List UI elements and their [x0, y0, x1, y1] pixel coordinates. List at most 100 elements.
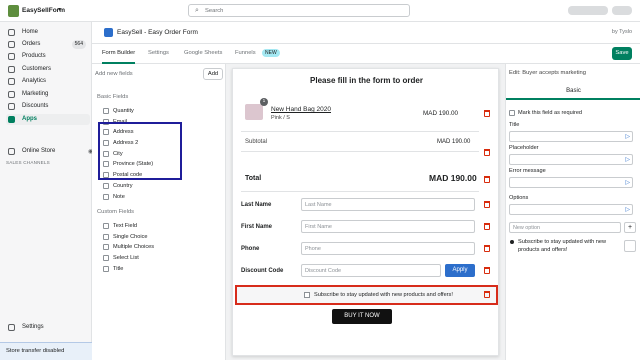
trash-icon[interactable] — [484, 201, 490, 208]
sidebar-item-settings[interactable]: Settings — [6, 322, 90, 333]
add-field-button[interactable]: Add — [203, 68, 223, 80]
new-badge: NEW — [262, 49, 280, 57]
sidebar-item-orders[interactable]: Orders 564 — [6, 39, 90, 50]
main-content: EasySell - Easy Order Form by Tyslo Form… — [92, 22, 640, 360]
save-button[interactable]: Save — [612, 47, 632, 60]
app-byline: by Tyslo — [611, 29, 632, 35]
sidebar-item-analytics[interactable]: Analytics — [6, 76, 90, 87]
subscribe-checkbox[interactable] — [304, 292, 310, 298]
apply-button[interactable]: Apply — [445, 264, 475, 277]
checkbox[interactable] — [103, 108, 109, 114]
store-icon — [8, 148, 15, 155]
discounts-icon — [8, 103, 15, 110]
trash-icon[interactable] — [484, 149, 490, 156]
divider — [241, 191, 479, 192]
sales-channels-heading: SALES CHANNELS — [6, 160, 50, 165]
trash-icon[interactable] — [484, 291, 490, 298]
trash-icon[interactable] — [484, 267, 490, 274]
first-name-label: First Name — [241, 224, 273, 230]
checkbox[interactable] — [103, 255, 109, 261]
field-option-country[interactable]: Country — [103, 182, 133, 191]
field-option-quantity[interactable]: Quantity — [103, 107, 134, 116]
field-option-single-choice[interactable]: Single Choice — [103, 233, 148, 242]
trash-icon[interactable] — [484, 110, 490, 117]
orders-count-badge: 564 — [71, 40, 86, 49]
sidebar-item-products[interactable]: Products — [6, 51, 90, 62]
phone-label: Phone — [241, 246, 260, 252]
form-preview: Please fill in the form to order 1 New H… — [232, 68, 499, 356]
first-name-input[interactable]: First Name — [301, 220, 475, 233]
sidebar-item-discounts[interactable]: Discounts — [6, 101, 90, 112]
trash-icon[interactable] — [484, 223, 490, 230]
gear-icon — [8, 324, 15, 331]
sidebar-item-home[interactable]: Home — [6, 27, 90, 38]
sidebar-item-customers[interactable]: Customers — [6, 64, 90, 75]
sidebar-item-apps[interactable]: Apps — [6, 114, 90, 125]
field-option-select-list[interactable]: Select List — [103, 254, 139, 263]
account-name-blurred[interactable] — [568, 6, 608, 15]
required-checkbox[interactable] — [509, 110, 515, 116]
title-label: Title — [509, 122, 520, 128]
subscribe-label: Subscribe to stay updated with new produ… — [314, 292, 453, 298]
title-input[interactable]: ▷ — [509, 131, 633, 142]
search-input[interactable]: ⌕ Search — [188, 4, 410, 17]
trash-icon[interactable] — [484, 176, 490, 183]
app-tabs: Form Builder Settings Google Sheets Funn… — [92, 44, 640, 64]
discount-code-input[interactable]: Discount Code — [301, 264, 441, 277]
required-label: Mark this field as required — [518, 110, 583, 116]
expand-icon[interactable]: ▷ — [625, 156, 630, 163]
expand-icon[interactable]: ▷ — [625, 133, 630, 140]
top-bar: EasySellForm ▾ ⌕ Search — [0, 0, 640, 22]
search-placeholder: Search — [205, 8, 224, 14]
tab-funnels[interactable]: Funnels — [235, 50, 256, 64]
marketing-icon — [8, 91, 15, 98]
discount-code-label: Discount Code — [241, 268, 284, 274]
highlight-box-basic-fields — [98, 122, 182, 180]
field-option-text-field[interactable]: Text Field — [103, 222, 137, 231]
tab-basic[interactable]: Basic — [506, 84, 640, 100]
new-option-input[interactable]: ▷ — [509, 204, 633, 215]
buy-it-now-button[interactable]: BUY IT NOW — [332, 309, 392, 324]
checkbox[interactable] — [103, 234, 109, 240]
expand-icon[interactable]: ▷ — [625, 179, 630, 186]
field-option-multiple-choices[interactable]: Multiple Choices — [103, 243, 154, 252]
field-option-note[interactable]: Note — [103, 193, 125, 202]
customers-icon — [8, 66, 15, 73]
divider — [241, 131, 479, 132]
tab-google-sheets[interactable]: Google Sheets — [184, 50, 222, 64]
error-message-input[interactable]: ▷ — [509, 177, 633, 188]
product-price: MAD 190.00 — [423, 110, 459, 117]
total-label: Total — [245, 175, 262, 182]
checkbox[interactable] — [103, 183, 109, 189]
phone-input[interactable]: Phone — [301, 242, 475, 255]
sidebar-item-marketing[interactable]: Marketing — [6, 89, 90, 100]
options-label: Options — [509, 195, 529, 201]
field-option-title[interactable]: Title — [103, 265, 123, 274]
delete-option-button[interactable] — [624, 240, 636, 252]
last-name-input[interactable]: Last Name — [301, 198, 475, 211]
checkbox[interactable] — [103, 266, 109, 272]
tab-form-builder[interactable]: Form Builder — [102, 50, 136, 64]
add-option-button[interactable]: + — [624, 222, 636, 233]
shopify-logo-icon — [8, 5, 19, 17]
checkbox[interactable] — [103, 244, 109, 250]
subtotal-value: MAD 190.00 — [437, 139, 471, 145]
placeholder-input[interactable]: ▷ — [509, 154, 633, 165]
app-header: EasySell - Easy Order Form by Tyslo — [92, 22, 640, 44]
sidebar-item-online-store[interactable]: Online Store ◉ — [6, 146, 93, 157]
option-input[interactable]: New option — [509, 222, 621, 233]
trash-icon[interactable] — [484, 245, 490, 252]
product-name-link[interactable]: New Hand Bag 2020 — [271, 106, 331, 113]
avatar[interactable] — [612, 6, 632, 15]
tab-settings[interactable]: Settings — [148, 50, 169, 64]
app-title: EasySell - Easy Order Form — [117, 29, 198, 36]
expand-icon[interactable]: ▷ — [625, 206, 630, 213]
subscribe-field-highlight[interactable]: Subscribe to stay updated with new produ… — [235, 285, 498, 305]
bullet-icon — [510, 240, 514, 244]
sidebar: Home Orders 564 Products Customers Analyt… — [0, 22, 93, 360]
checkbox[interactable] — [103, 223, 109, 229]
chevron-down-icon[interactable]: ▾ — [58, 6, 61, 13]
checkbox[interactable] — [103, 194, 109, 200]
store-transfer-banner: Store transfer disabled — [0, 342, 92, 360]
quantity-badge: 1 — [260, 98, 268, 106]
